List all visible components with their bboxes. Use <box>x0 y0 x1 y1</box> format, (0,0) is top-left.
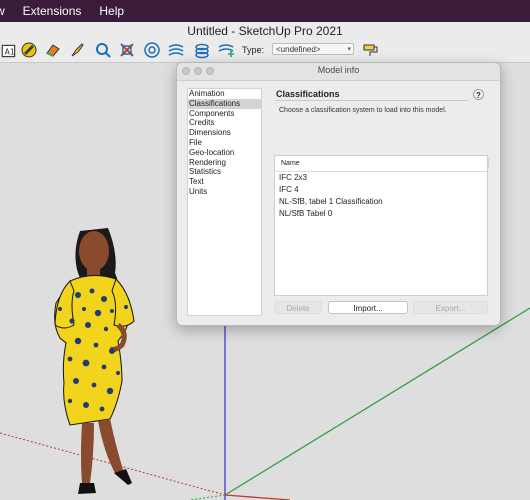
column-header-name: Name <box>281 160 300 167</box>
table-header-name[interactable]: Name <box>275 156 489 172</box>
classification-table: Name IFC 2x3 IFC 4 NL-SfB, tabel 1 Class… <box>274 155 489 296</box>
paint-bucket-icon[interactable] <box>20 41 38 59</box>
svg-text:A1: A1 <box>5 47 15 56</box>
help-button[interactable]: ? <box>473 89 484 100</box>
green-axis-dotted <box>189 494 226 500</box>
panel-title: Classifications <box>276 89 340 99</box>
category-item-credits[interactable]: Credits <box>188 118 261 128</box>
paint-roller-icon[interactable] <box>362 41 380 59</box>
category-item-geo-location[interactable]: Geo-location <box>188 148 261 158</box>
export-button[interactable]: Export... <box>413 301 488 314</box>
dialog-titlebar[interactable]: Model info <box>177 63 500 81</box>
person-figure <box>54 228 135 494</box>
category-item-classifications[interactable]: Classifications <box>188 98 261 109</box>
menu-item-extensions[interactable]: Extensions <box>14 4 91 18</box>
category-item-components[interactable]: Components <box>188 109 261 119</box>
category-item-file[interactable]: File <box>188 138 261 148</box>
menu-item-help[interactable]: Help <box>90 4 133 18</box>
type-label: Type: <box>242 45 265 55</box>
stack-icon[interactable] <box>167 41 185 59</box>
table-row[interactable]: IFC 4 <box>275 184 487 196</box>
app-title: Untitled - SketchUp Pro 2021 <box>187 24 343 38</box>
section-plane-icon[interactable] <box>118 41 136 59</box>
chevron-down-icon: ▾ <box>347 46 351 53</box>
model-info-dialog: Model info Animation Classifications Com… <box>176 62 501 326</box>
eraser-icon[interactable] <box>44 41 62 59</box>
category-item-animation[interactable]: Animation <box>188 89 261 99</box>
table-row[interactable]: NL-SfB, tabel 1 Classification <box>275 196 487 208</box>
table-row[interactable]: IFC 2x3 <box>275 172 487 184</box>
type-select-value: <undefined> <box>276 45 321 54</box>
green-axis <box>224 307 530 496</box>
type-select[interactable]: <undefined> ▾ <box>272 43 354 55</box>
category-item-text[interactable]: Text <box>188 177 261 187</box>
category-item-units[interactable]: Units <box>188 187 261 197</box>
category-item-rendering[interactable]: Rendering <box>188 158 261 168</box>
red-axis <box>224 494 291 500</box>
category-item-statistics[interactable]: Statistics <box>188 167 261 177</box>
dialog-title: Model info <box>317 65 360 75</box>
classifier-icon[interactable]: A1 <box>0 42 18 60</box>
app-titlebar: Untitled - SketchUp Pro 2021 <box>0 22 530 40</box>
brush-icon[interactable] <box>68 41 86 59</box>
tape-measure-icon[interactable] <box>94 41 112 59</box>
category-list: Animation Classifications Components Cre… <box>187 88 262 316</box>
import-button[interactable]: Import... <box>328 301 408 314</box>
panel-description: Choose a classification system to load i… <box>279 107 447 114</box>
delete-button[interactable]: Delete <box>274 301 322 314</box>
menubar: w Extensions Help <box>0 0 530 22</box>
category-item-dimensions[interactable]: Dimensions <box>188 128 261 138</box>
panel-divider <box>275 100 468 101</box>
target-icon[interactable] <box>143 41 161 59</box>
menu-item-window[interactable]: w <box>0 4 14 18</box>
table-row[interactable]: NL/SfB Tabel 0 <box>275 208 487 220</box>
layers-icon[interactable] <box>193 41 211 59</box>
layer-add-icon[interactable] <box>217 41 235 59</box>
column-separator <box>488 158 489 169</box>
